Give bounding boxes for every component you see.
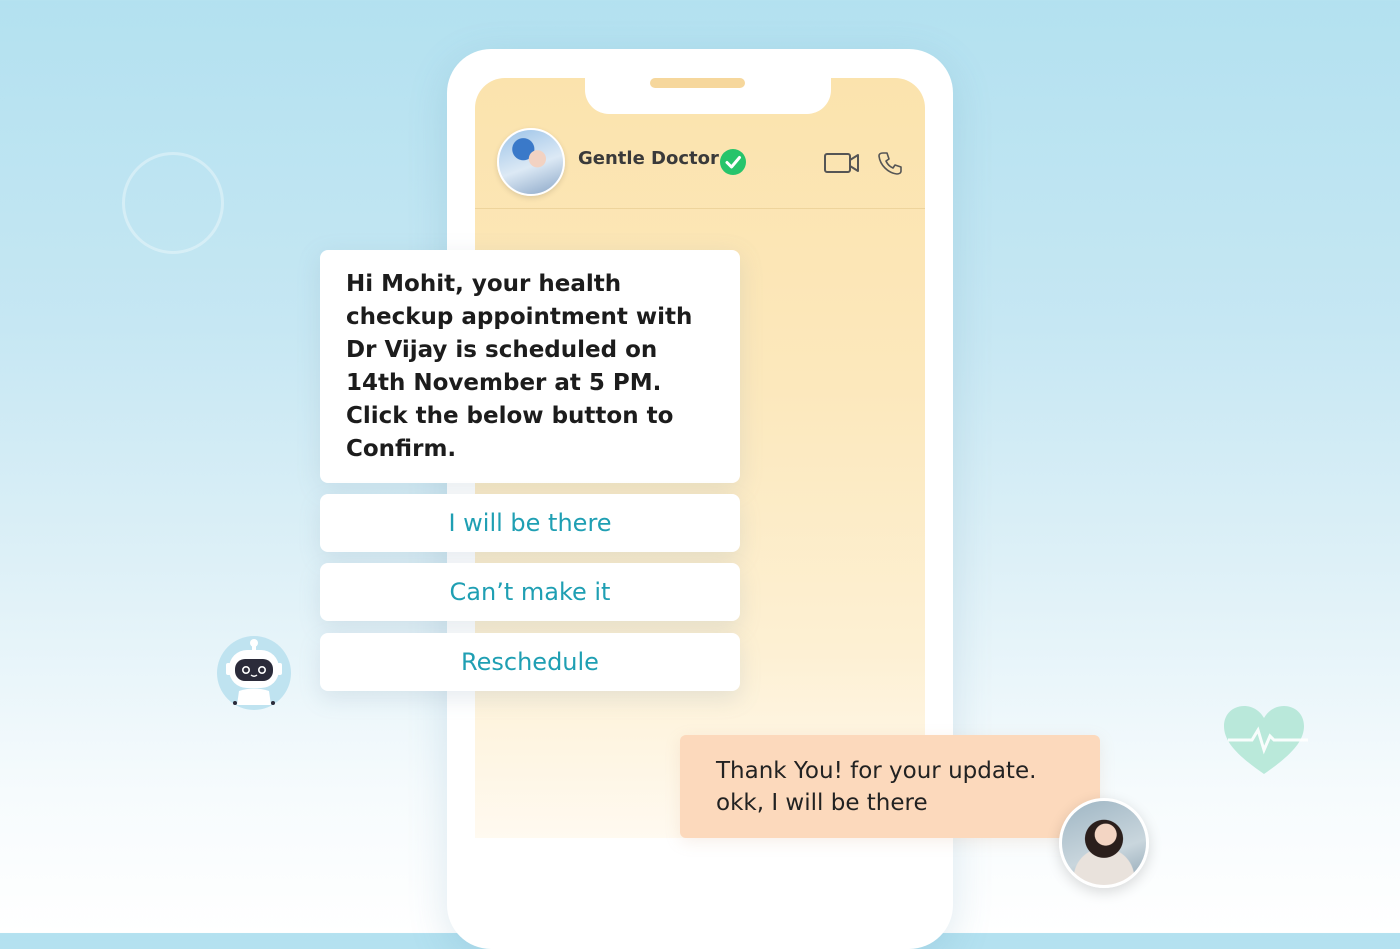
bot-message-bubble: Hi Mohit, your health checkup appointmen… bbox=[320, 250, 740, 483]
phone-icon[interactable] bbox=[877, 150, 903, 176]
check-circle-icon bbox=[720, 149, 746, 175]
heartbeat-icon bbox=[1224, 706, 1308, 774]
robot-icon bbox=[217, 636, 291, 710]
contact-name: Gentle Doctor bbox=[578, 148, 719, 169]
quick-reply-reschedule[interactable]: Reschedule bbox=[320, 633, 740, 691]
bot-message-text: Hi Mohit, your health checkup appointmen… bbox=[346, 271, 693, 462]
user-message-text: Thank You! for your update. okk, I will … bbox=[716, 758, 1037, 816]
video-camera-icon[interactable] bbox=[823, 150, 861, 176]
quick-reply-will-be-there[interactable]: I will be there bbox=[320, 494, 740, 552]
quick-reply-cant-make-it[interactable]: Can’t make it bbox=[320, 563, 740, 621]
user-message-bubble: Thank You! for your update. okk, I will … bbox=[680, 735, 1100, 838]
decorative-circle bbox=[122, 152, 224, 254]
contact-avatar[interactable] bbox=[497, 128, 565, 196]
phone-speaker bbox=[650, 78, 745, 88]
user-avatar[interactable] bbox=[1059, 798, 1149, 888]
